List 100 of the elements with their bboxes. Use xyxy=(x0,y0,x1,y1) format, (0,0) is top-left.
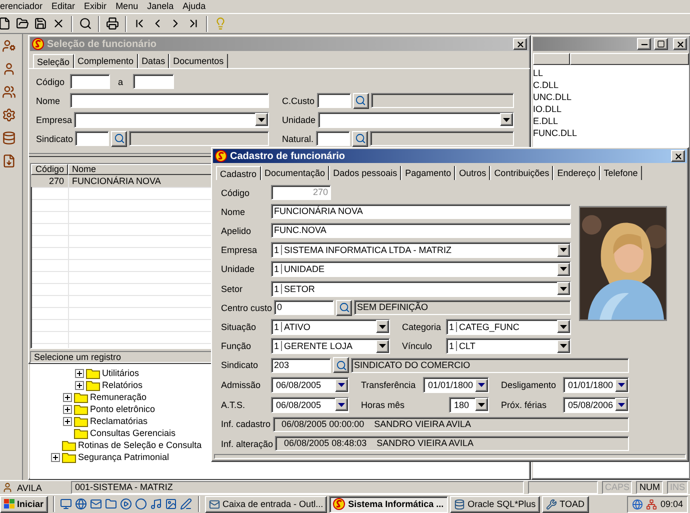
toolbar-button[interactable] xyxy=(0,129,17,146)
tree-item[interactable]: Remuneração xyxy=(90,392,147,402)
dropdown-field[interactable]: 180 xyxy=(449,396,489,413)
tab[interactable]: Endereço xyxy=(553,166,600,180)
search-button[interactable] xyxy=(111,130,128,146)
dropdown-field[interactable]: 1 CLT xyxy=(446,338,571,354)
file-name[interactable]: E.DLL xyxy=(533,115,689,127)
tab[interactable]: Seleção xyxy=(33,54,74,68)
taskbar-button[interactable]: Sistema Informática ... xyxy=(329,496,448,512)
dropdown-button[interactable] xyxy=(335,378,348,392)
expand-icon[interactable] xyxy=(75,368,84,378)
tab[interactable]: Dados pessoais xyxy=(329,166,402,180)
input-field[interactable] xyxy=(70,74,110,89)
toolbar-button[interactable] xyxy=(0,106,17,123)
tab[interactable]: Outros xyxy=(455,166,490,180)
close-button[interactable] xyxy=(671,150,685,162)
search-button[interactable] xyxy=(333,357,349,374)
quick-launch-button[interactable] xyxy=(60,496,73,512)
taskbar-button[interactable]: Caixa de entrada - Outl... xyxy=(204,496,328,512)
search-button[interactable] xyxy=(336,300,352,316)
expand-icon[interactable] xyxy=(63,404,72,414)
column-header[interactable] xyxy=(570,53,689,65)
tab[interactable]: Pagamento xyxy=(401,166,456,180)
date-field[interactable]: 06/08/2005 xyxy=(271,396,349,413)
dropdown-button[interactable] xyxy=(335,398,348,412)
quick-launch-button[interactable] xyxy=(90,496,103,512)
menu-item[interactable]: Exibir xyxy=(84,0,107,13)
dropdown-button[interactable] xyxy=(557,340,570,353)
search-button[interactable] xyxy=(352,130,368,146)
maximize-button[interactable] xyxy=(654,38,668,50)
input-field[interactable]: 203 xyxy=(271,358,331,373)
dropdown-button[interactable] xyxy=(255,113,268,126)
column-header[interactable]: Código xyxy=(31,164,68,175)
file-name[interactable]: UNC.DLL xyxy=(533,91,689,103)
input-field[interactable]: FUNCIONÁRIA NOVA xyxy=(271,204,571,220)
dropdown-field[interactable] xyxy=(318,112,514,128)
date-field[interactable]: 01/01/1800 xyxy=(563,377,629,394)
dropdown-button[interactable] xyxy=(615,398,628,412)
dropdown-field[interactable]: 1 CATEG_FUNC xyxy=(446,318,571,335)
dropdown-button[interactable] xyxy=(475,378,488,392)
tab[interactable]: Documentos xyxy=(169,54,228,68)
expand-icon[interactable] xyxy=(63,392,72,402)
minimize-button[interactable] xyxy=(637,38,651,50)
dropdown-field[interactable]: 1 UNIDADE xyxy=(271,261,571,278)
tree-item[interactable]: Ponto eletrônico xyxy=(90,404,156,414)
file-name[interactable]: FUNC.DLL xyxy=(533,127,689,139)
menu-item[interactable]: Ajuda xyxy=(182,0,206,13)
expand-icon[interactable] xyxy=(63,416,72,426)
taskbar-button[interactable]: TOAD xyxy=(542,496,588,512)
dropdown-button[interactable] xyxy=(557,244,570,257)
search-button[interactable] xyxy=(352,92,369,108)
file-name[interactable]: LL xyxy=(533,67,689,79)
tree-item[interactable]: Reclamatórias xyxy=(90,416,148,426)
tree-item[interactable]: Utilitários xyxy=(102,368,140,378)
menu-item[interactable]: erenciador xyxy=(0,0,43,13)
input-field[interactable]: FUNC.NOVA xyxy=(271,223,571,238)
tree-item[interactable]: Rotinas de Seleção e Consulta xyxy=(78,440,202,450)
dropdown-button[interactable] xyxy=(500,113,513,126)
taskbar-button[interactable]: Oracle SQL*Plus xyxy=(450,496,540,512)
input-field[interactable] xyxy=(316,131,350,146)
date-field[interactable]: 01/01/1800 xyxy=(423,377,489,394)
quick-launch-button[interactable] xyxy=(150,496,163,512)
file-name[interactable]: IO.DLL xyxy=(533,103,689,115)
tab[interactable]: Documentação xyxy=(260,166,330,180)
quick-launch-button[interactable] xyxy=(180,496,193,512)
quick-launch-button[interactable] xyxy=(74,496,88,512)
date-field[interactable]: 06/08/2005 xyxy=(271,377,349,394)
toolbar-button[interactable] xyxy=(104,15,121,32)
tab[interactable]: Datas xyxy=(138,54,170,68)
dropdown-field[interactable]: 1 GERENTE LOJA xyxy=(271,338,390,354)
toolbar-button[interactable] xyxy=(77,15,94,32)
dropdown-button[interactable] xyxy=(615,378,628,392)
input-field[interactable] xyxy=(316,93,351,108)
dropdown-button[interactable] xyxy=(376,340,389,353)
quick-launch-button[interactable] xyxy=(120,496,133,512)
menu-item[interactable]: Editar xyxy=(52,0,76,13)
input-field[interactable] xyxy=(133,74,174,89)
tab[interactable]: Complemento xyxy=(74,54,138,68)
quick-launch-button[interactable] xyxy=(104,496,118,512)
menu-item[interactable]: Janela xyxy=(147,0,174,13)
dropdown-button[interactable] xyxy=(557,282,570,296)
tab[interactable]: Cadastro xyxy=(216,166,261,180)
tab[interactable]: Telefone xyxy=(600,166,642,180)
input-field[interactable] xyxy=(70,93,269,108)
tree-item[interactable]: Relatórios xyxy=(102,380,143,390)
menu-item[interactable]: Menu xyxy=(116,0,138,13)
dropdown-field[interactable] xyxy=(74,112,269,128)
quick-launch-button[interactable] xyxy=(164,496,178,512)
dropdown-button[interactable] xyxy=(557,262,570,276)
tab[interactable]: Contribuições xyxy=(490,166,554,180)
file-name[interactable]: C.DLL xyxy=(533,79,689,91)
dropdown-field[interactable]: 1 SISTEMA INFORMATICA LTDA - MATRIZ xyxy=(271,242,571,258)
dropdown-button[interactable] xyxy=(557,320,570,334)
close-button[interactable] xyxy=(513,38,527,50)
toolbar-button[interactable] xyxy=(0,83,17,100)
expand-icon[interactable] xyxy=(75,380,84,390)
dropdown-field[interactable]: 1 SETOR xyxy=(271,280,571,297)
toolbar-button[interactable] xyxy=(32,15,49,32)
start-button[interactable]: Iniciar xyxy=(0,496,48,512)
toolbar-button[interactable] xyxy=(0,37,17,54)
